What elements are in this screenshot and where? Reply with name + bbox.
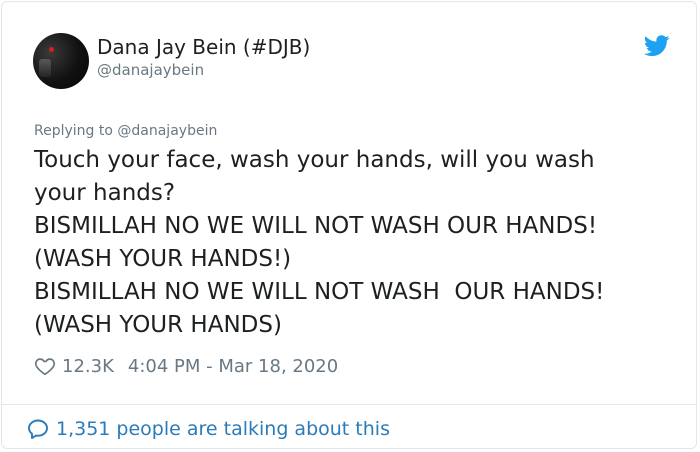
tweet-card: Dana Jay Bein (#DJB) @danajaybein Replyi… [1,1,697,449]
heart-icon[interactable] [34,355,56,377]
tweet-text: Touch your face, wash your hands, will y… [34,144,674,342]
tweet-meta: 12.3K 4:04 PM - Mar 18, 2020 [34,353,338,379]
tweet-timestamp[interactable]: 4:04 PM - Mar 18, 2020 [128,356,338,377]
replying-to-prefix: Replying to [34,123,118,139]
tweet-line: your hands? [34,180,176,206]
avatar[interactable] [33,33,89,89]
divider [2,404,696,405]
tweet-line: Touch your face, wash your hands, will y… [34,147,595,173]
tweet-line: (WASH YOUR HANDS) [34,312,282,338]
replying-to: Replying to @danajaybein [34,121,217,141]
conversation-label: 1,351 people are talking about this [56,418,390,440]
avatar-detail [49,47,54,52]
tweet-line: (WASH YOUR HANDS!) [34,246,292,272]
tweet-line: BISMILLAH NO WE WILL NOT WASH OUR HANDS! [34,213,598,239]
avatar-detail [39,59,51,77]
conversation-link[interactable]: 1,351 people are talking about this [26,416,390,442]
like-count[interactable]: 12.3K [62,356,114,377]
author-name[interactable]: Dana Jay Bein (#DJB) [97,34,310,60]
author-handle[interactable]: @danajaybein [97,60,204,80]
speech-bubble-icon [28,419,48,439]
twitter-bird-icon[interactable] [644,35,670,57]
replying-to-mention[interactable]: @danajaybein [117,123,217,139]
tweet-line: BISMILLAH NO WE WILL NOT WASH OUR HANDS! [34,279,605,305]
